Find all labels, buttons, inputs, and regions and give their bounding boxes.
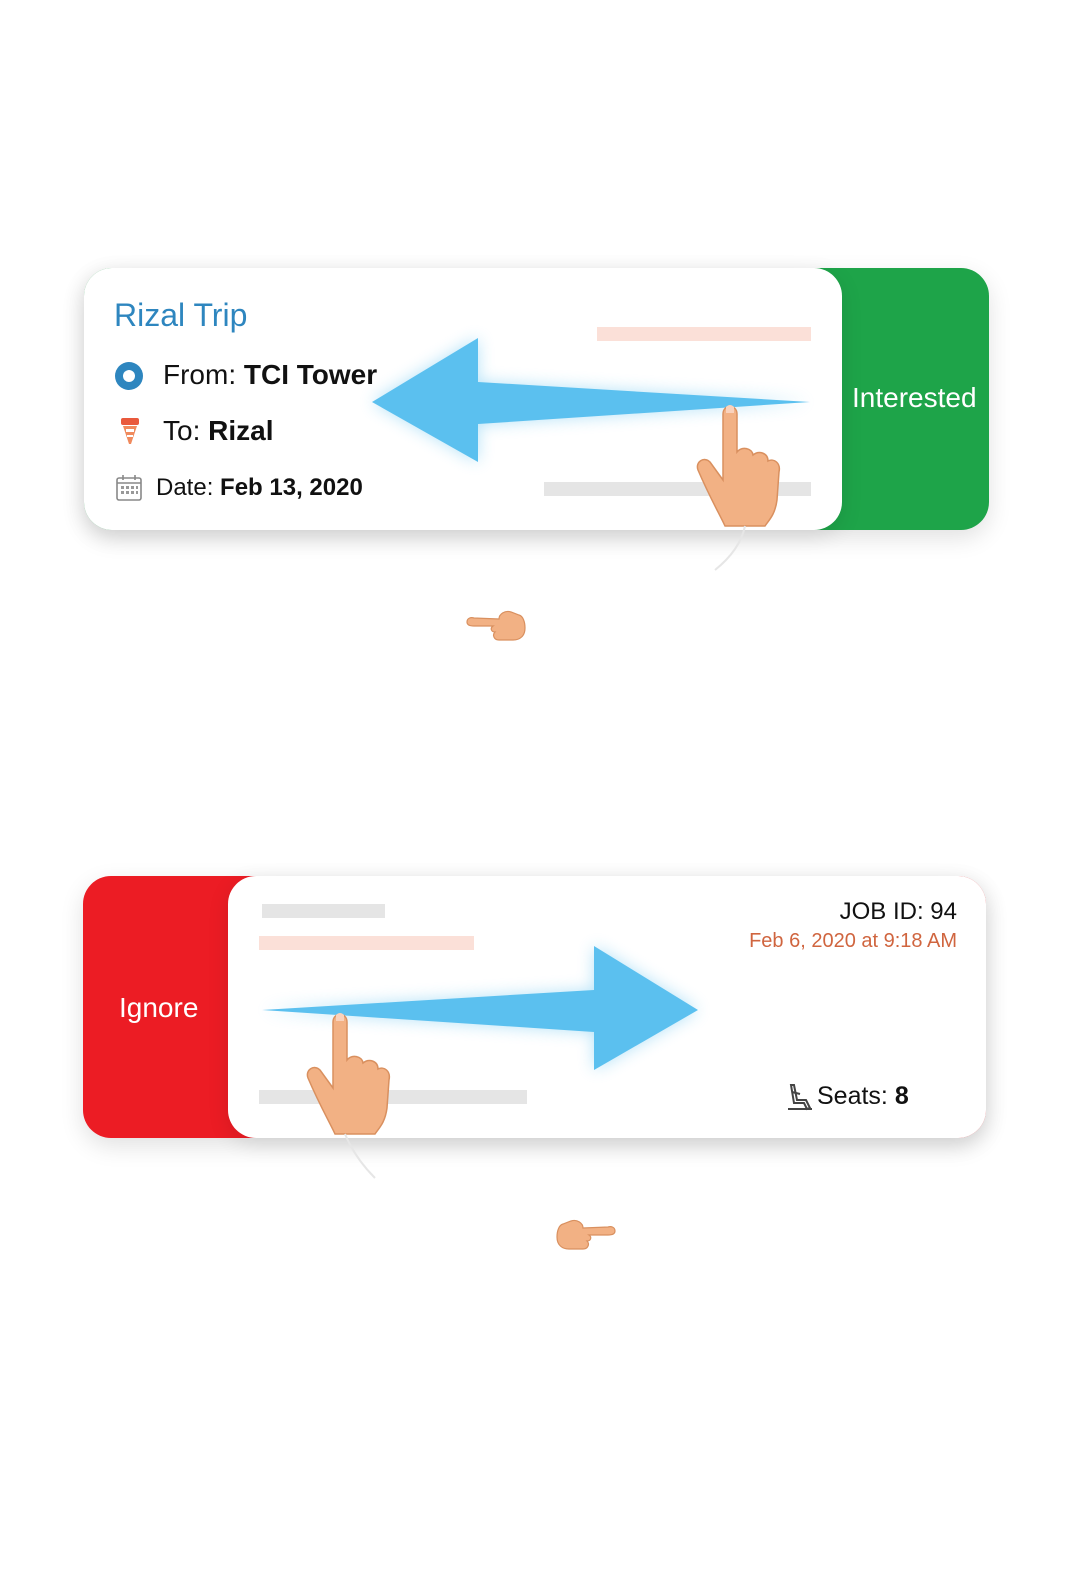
hand-pointer-icon: [696, 405, 781, 571]
calendar-icon: [116, 475, 142, 501]
placeholder-bar: [262, 904, 385, 918]
interested-label: Interested: [852, 382, 977, 413]
seats-label: Seats:: [817, 1082, 895, 1110]
seats-value: 8: [894, 1082, 909, 1110]
destination-pin-icon: [121, 418, 139, 444]
ignore-label: Ignore: [119, 992, 199, 1023]
to-value: Rizal: [208, 415, 274, 446]
to-label: To:: [163, 415, 209, 446]
from-row: From: TCI Tower: [163, 359, 377, 391]
origin-dot-icon: [115, 362, 143, 390]
from-value: TCI Tower: [243, 359, 378, 390]
to-row: To: Rizal: [163, 415, 274, 447]
trip-title: Rizal Trip: [114, 297, 248, 333]
from-label: From:: [163, 359, 244, 390]
hand-pointing-left-icon: [556, 1219, 616, 1250]
seats-row: Seats: 8: [817, 1082, 909, 1111]
date-value: Feb 13, 2020: [220, 474, 363, 501]
job-id: JOB ID: 94: [839, 898, 957, 925]
seat-icon: [788, 1084, 812, 1111]
date-label: Date:: [156, 474, 221, 501]
job-timestamp: Feb 6, 2020 at 9:18 AM: [749, 930, 957, 952]
hand-pointing-right-icon: [466, 610, 526, 641]
date-row: Date: Feb 13, 2020: [156, 474, 363, 502]
hand-pointer-icon: [306, 1013, 391, 1179]
